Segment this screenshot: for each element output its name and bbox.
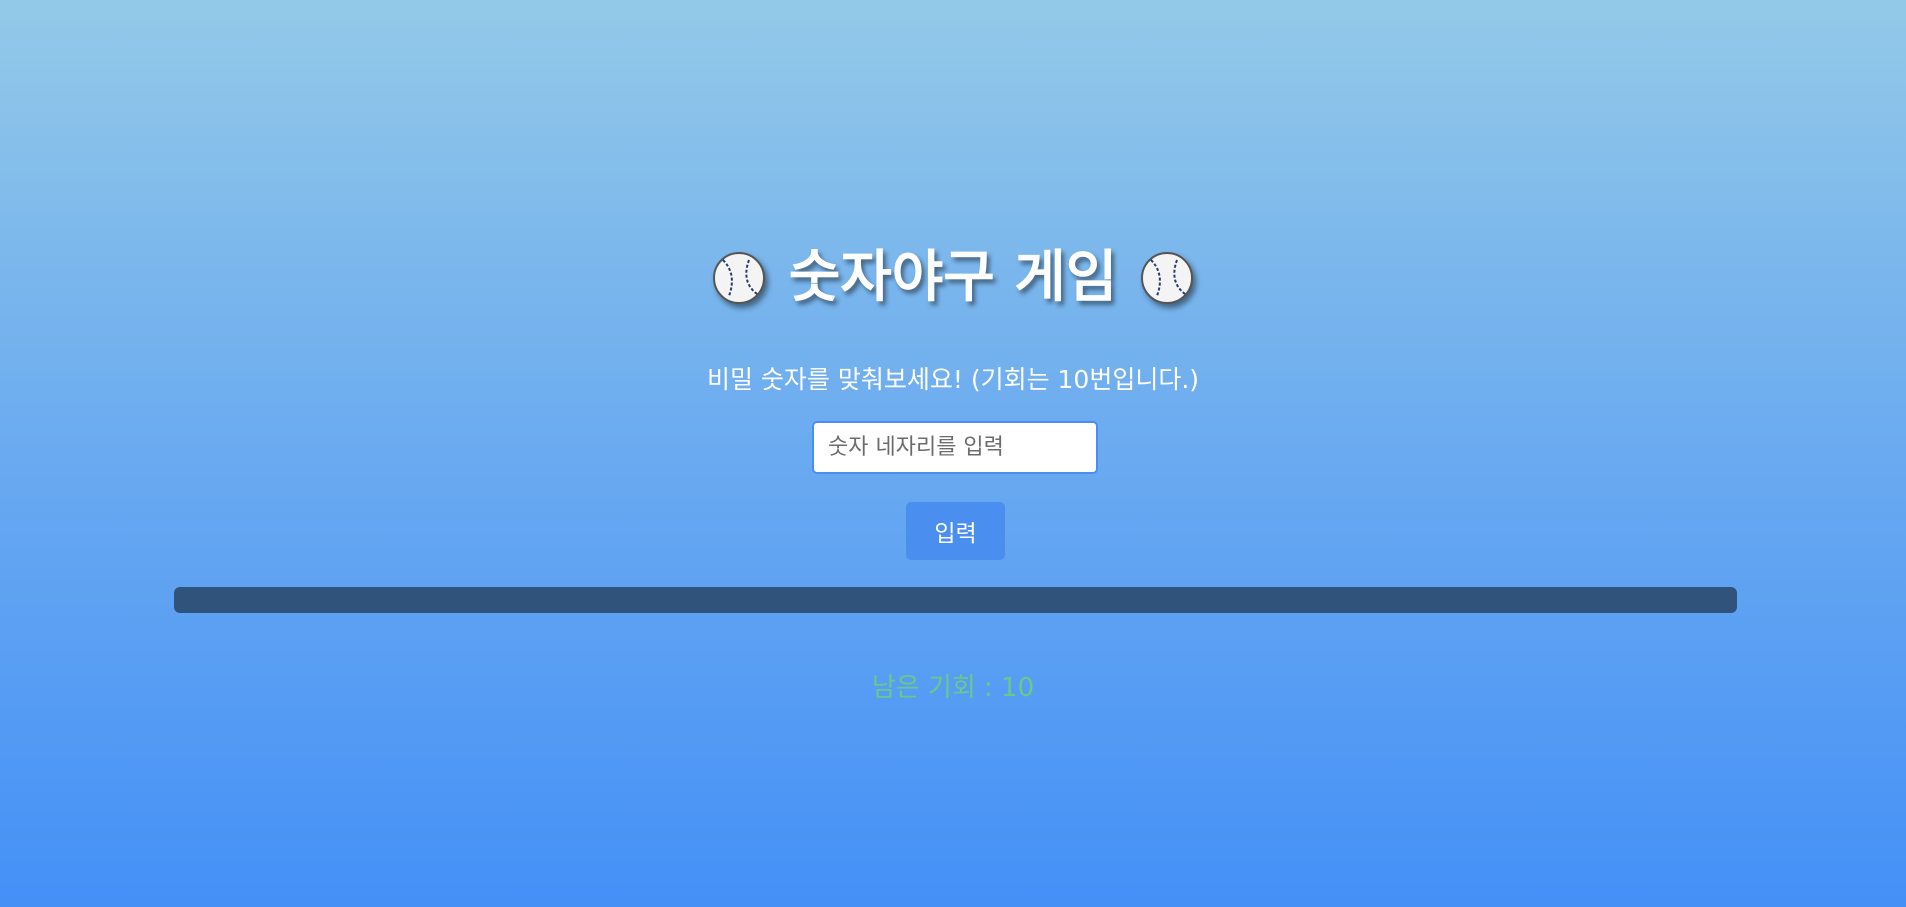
- guess-input-wrapper: [812, 421, 1098, 474]
- game-title-row: 숫자야구 게임: [0, 238, 1906, 318]
- remaining-chances: 남은 기회 : 10: [871, 673, 1035, 703]
- submit-button[interactable]: 입력: [906, 502, 1005, 560]
- game-instructions: 비밀 숫자를 맞춰보세요! (기회는 10번입니다.): [706, 365, 1200, 394]
- baseball-icon: [1141, 252, 1194, 304]
- game-title: 숫자야구 게임: [788, 245, 1118, 310]
- result-display: [174, 587, 1737, 613]
- guess-input[interactable]: [812, 421, 1098, 474]
- baseball-icon: [712, 252, 765, 304]
